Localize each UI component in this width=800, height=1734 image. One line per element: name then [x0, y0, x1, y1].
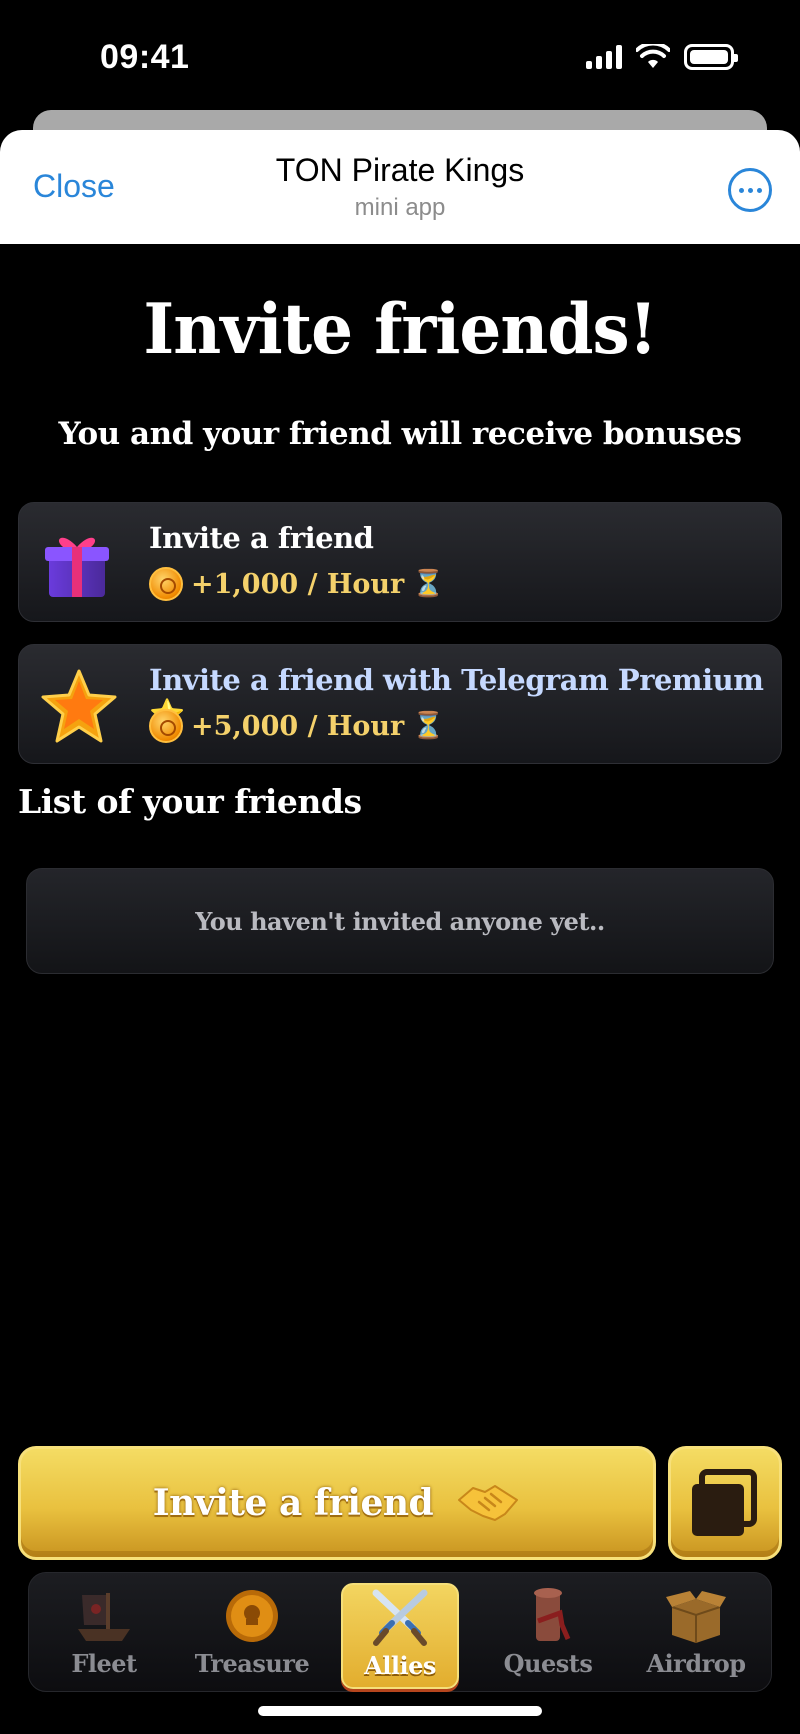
home-indicator [258, 1706, 542, 1716]
coin-icon [149, 567, 183, 601]
invite-button-label: Invite a friend [152, 1482, 434, 1524]
crossed-swords-icon [372, 1589, 428, 1646]
app-title: TON Pirate Kings [275, 152, 525, 188]
handshake-icon [458, 1485, 519, 1521]
app-subtitle: mini app [354, 194, 446, 221]
page-subtitle: You and your friend will receive bonuses [58, 416, 742, 452]
more-options-button[interactable] [728, 168, 772, 212]
nav-item-treasure[interactable]: Treasure [193, 1583, 311, 1689]
card-reward: +1,000 / Hour ⏳ [149, 567, 445, 601]
page-title: Invite friends! [143, 288, 657, 370]
scroll-icon [534, 1588, 571, 1641]
box-icon [666, 1591, 726, 1643]
nav-label-quests: Quests [503, 1649, 593, 1678]
empty-message: You haven't invited anyone yet.. [195, 906, 605, 936]
ship-icon [78, 1593, 130, 1641]
nav-label-airdrop: Airdrop [646, 1649, 746, 1678]
coin-icon [149, 709, 183, 743]
nav-item-allies[interactable]: Allies [341, 1583, 459, 1689]
nav-item-fleet[interactable]: Fleet [45, 1583, 163, 1689]
nav-label-fleet: Fleet [71, 1649, 137, 1678]
status-icons [586, 44, 738, 70]
status-time: 09:41 [100, 38, 190, 76]
star-icon [41, 669, 117, 743]
reward-amount: +1,000 / Hour [191, 568, 405, 600]
nav-label-treasure: Treasure [194, 1649, 310, 1678]
friends-list-empty: You haven't invited anyone yet.. [26, 868, 774, 974]
gift-icon [45, 537, 109, 597]
hourglass-icon: ⏳ [412, 711, 445, 741]
invite-premium-friend-card: Invite a friend with Telegram Premium ⭐ … [18, 644, 782, 764]
coin-icon [226, 1590, 278, 1642]
friends-list-title: List of your friends [18, 782, 362, 821]
reward-amount: +5,000 / Hour [191, 710, 405, 742]
cellular-signal-icon [586, 45, 622, 69]
bottom-nav: Fleet Treasure Allies Quests Airdrop [28, 1572, 772, 1692]
battery-icon [684, 44, 738, 70]
invite-friend-card: Invite a friend +1,000 / Hour ⏳ [18, 502, 782, 622]
card-title: Invite a friend [149, 521, 374, 555]
invite-friend-button[interactable]: Invite a friend [18, 1446, 656, 1560]
nav-item-airdrop[interactable]: Airdrop [637, 1583, 755, 1689]
mini-app-header: Close TON Pirate Kings mini app [0, 130, 800, 244]
nav-label-allies: Allies [364, 1651, 436, 1680]
status-bar: 09:41 [0, 0, 800, 110]
nav-item-quests[interactable]: Quests [489, 1583, 607, 1689]
copy-icon [692, 1469, 757, 1536]
copy-link-button[interactable] [668, 1446, 782, 1560]
card-reward: +5,000 / Hour ⏳ [149, 709, 445, 743]
wifi-icon [636, 44, 670, 68]
hourglass-icon: ⏳ [412, 569, 445, 599]
